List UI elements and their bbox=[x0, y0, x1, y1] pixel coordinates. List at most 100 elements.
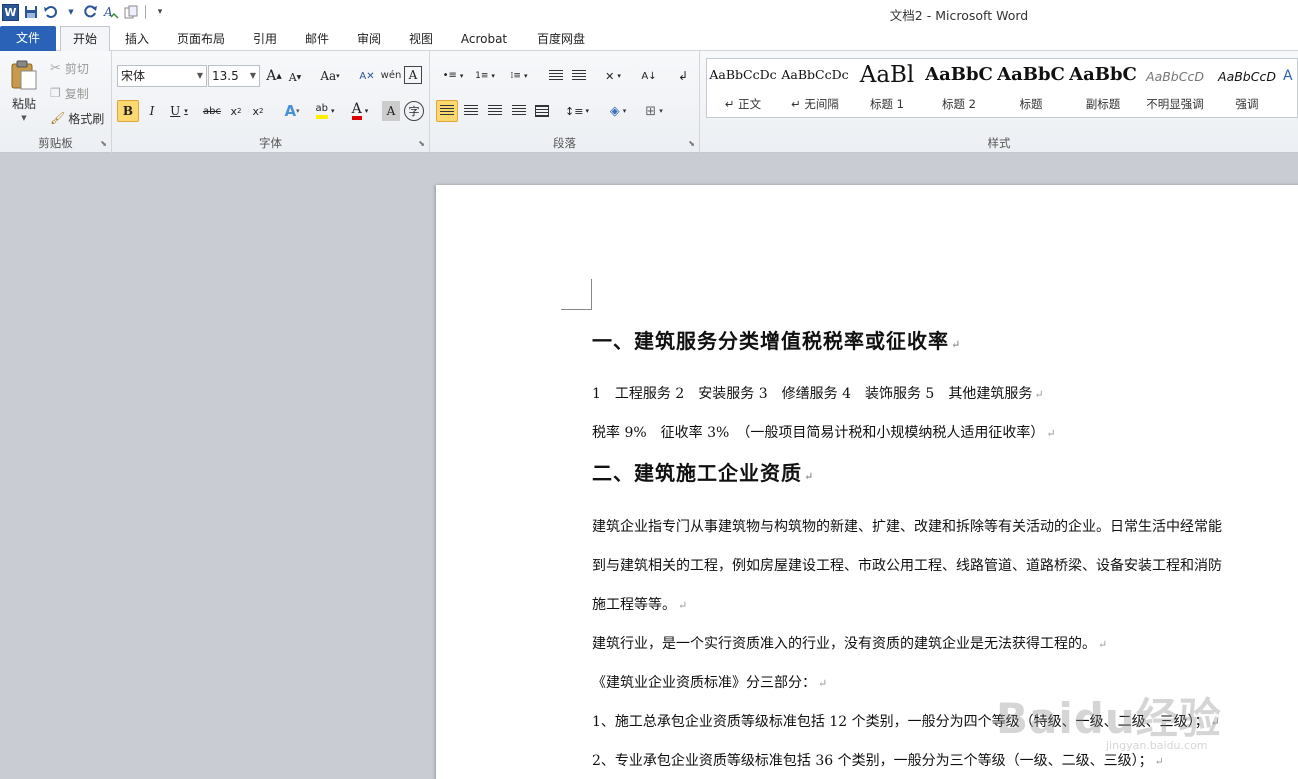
text-effects-icon[interactable]: A ▾ bbox=[278, 100, 306, 122]
style-subtle-emphasis[interactable]: AaBbCcD 不明显强调 bbox=[1139, 59, 1211, 117]
undo-icon[interactable] bbox=[43, 3, 59, 21]
font-name-select[interactable]: 宋体 ▼ bbox=[117, 65, 207, 87]
ribbon: 粘贴 ▼ ✂ 剪切 ❐ 复制 🖌 格式刷 剪贴板 ⬊ 宋体 ▼ 13.5 ▼ A… bbox=[0, 51, 1298, 153]
document-area[interactable]: 一、建筑服务分类增值税税率或征收率 ↵ 1 工程服务 2 安装服务 3 修缮服务 … bbox=[0, 154, 1298, 779]
borders-icon[interactable]: ⊞ ▾ bbox=[638, 100, 670, 122]
chinese-layout-icon[interactable]: ✕ ▾ bbox=[598, 67, 628, 85]
strikethrough-button[interactable]: abc bbox=[200, 100, 224, 122]
style-sample: AaBbCcD bbox=[1218, 69, 1276, 84]
paste-dropdown-icon: ▼ bbox=[21, 113, 27, 122]
font-group: 宋体 ▼ 13.5 ▼ A ▲ A ▼ Aa ▾ A✕ wén A B I U ▾ ab… bbox=[112, 51, 430, 153]
tab-file[interactable]: 文件 bbox=[0, 26, 56, 51]
shading-icon[interactable]: ◈ ▾ bbox=[602, 100, 634, 122]
clipboard-launcher-icon[interactable]: ⬊ bbox=[100, 139, 107, 148]
copy-label: 复制 bbox=[64, 86, 89, 101]
tab-view[interactable]: 视图 bbox=[398, 27, 444, 51]
redo-icon[interactable] bbox=[83, 3, 99, 21]
customize-qat-icon[interactable]: ▾ bbox=[152, 3, 168, 21]
format-painter-button[interactable]: 🖌 格式刷 bbox=[50, 109, 104, 127]
subscript-button[interactable]: x2 bbox=[226, 100, 246, 122]
style-more[interactable]: A bbox=[1283, 59, 1298, 117]
align-left-button[interactable] bbox=[436, 100, 458, 122]
tab-references[interactable]: 引用 bbox=[242, 27, 288, 51]
paste-button[interactable]: 粘贴 ▼ bbox=[6, 55, 42, 125]
style-name: 标题 2 bbox=[942, 97, 976, 111]
tab-baidu-netdisk[interactable]: 百度网盘 bbox=[526, 27, 596, 51]
highlight-color-icon[interactable]: ab ▾ bbox=[310, 100, 340, 122]
align-center-button[interactable] bbox=[460, 100, 482, 122]
style-normal[interactable]: AaBbCcDc ↵ 正文 bbox=[707, 59, 779, 117]
font-launcher-icon[interactable]: ⬊ bbox=[418, 139, 425, 148]
font-name-dropdown-icon: ▼ bbox=[196, 71, 203, 80]
document-paragraph[interactable]: 建筑企业指专门从事建筑物与构筑物的新建、扩建、改建和拆除等有关活动的企业。日常生… bbox=[592, 516, 1222, 536]
paragraph-group: •≡ ▾ 1≡ ▾ ⁞≡ ▾ ✕ ▾ A↓ ↲ ↕≡ ▾ ◈ ▾ ⊞ ▾ 段落 ⬊ bbox=[430, 51, 700, 153]
document-paragraph[interactable]: 税率 9% 征收率 3% （一般项目简易计税和小规模纳税人适用征收率） ↵ bbox=[592, 422, 1056, 442]
tab-insert[interactable]: 插入 bbox=[114, 27, 160, 51]
spelling-icon[interactable]: A bbox=[103, 3, 119, 21]
cut-button[interactable]: ✂ 剪切 bbox=[50, 59, 89, 77]
increase-indent-icon[interactable] bbox=[569, 67, 589, 85]
document-paragraph[interactable]: 建筑行业，是一个实行资质准入的行业，没有资质的建筑企业是无法获得工程的。 ↵ bbox=[592, 633, 1107, 653]
numbering-icon[interactable]: 1≡ ▾ bbox=[470, 67, 500, 85]
style-sample: AaBl bbox=[859, 62, 915, 88]
bullets-icon[interactable]: •≡ ▾ bbox=[438, 67, 468, 85]
word-app-icon[interactable]: W bbox=[2, 3, 19, 21]
character-shading-icon[interactable]: A bbox=[382, 101, 400, 121]
tab-page-layout[interactable]: 页面布局 bbox=[166, 27, 236, 51]
style-subtitle[interactable]: AaBbC 副标题 bbox=[1067, 59, 1139, 117]
bold-button[interactable]: B bbox=[117, 100, 139, 122]
grow-font-icon[interactable]: A ▲ bbox=[265, 67, 283, 85]
shrink-font-icon[interactable]: A ▼ bbox=[286, 68, 304, 86]
document-heading[interactable]: 一、建筑服务分类增值税税率或征收率 ↵ bbox=[592, 325, 961, 354]
paste-label: 粘贴 bbox=[11, 96, 36, 111]
decrease-indent-icon[interactable] bbox=[546, 67, 566, 85]
style-name: 副标题 bbox=[1085, 97, 1121, 111]
distributed-align-button[interactable] bbox=[531, 100, 553, 122]
style-sample: AaBbC bbox=[925, 64, 993, 85]
font-size-value: 13.5 bbox=[212, 69, 239, 83]
show-hide-marks-icon[interactable]: ↲ bbox=[674, 67, 692, 85]
line-spacing-icon[interactable]: ↕≡ ▾ bbox=[562, 100, 592, 122]
watermark-logo-text: Baidu经验 bbox=[996, 694, 1222, 743]
document-page[interactable]: 一、建筑服务分类增值税税率或征收率 ↵ 1 工程服务 2 安装服务 3 修缮服务 … bbox=[436, 185, 1298, 779]
document-heading[interactable]: 二、建筑施工企业资质 ↵ bbox=[592, 457, 814, 486]
tab-review[interactable]: 审阅 bbox=[346, 27, 392, 51]
margin-crop-mark bbox=[561, 309, 592, 310]
font-group-label: 字体 bbox=[259, 136, 282, 150]
italic-button[interactable]: I bbox=[142, 100, 162, 122]
change-case-icon[interactable]: Aa ▾ bbox=[317, 67, 343, 85]
scissors-icon: ✂ bbox=[50, 60, 61, 76]
document-paragraph[interactable]: 1 工程服务 2 安装服务 3 修缮服务 4 装饰服务 5 其他建筑服务 ↵ bbox=[592, 383, 1044, 403]
style-heading-1[interactable]: AaBl 标题 1 bbox=[851, 59, 923, 117]
style-name: 标题 1 bbox=[870, 97, 904, 111]
undo-dropdown-icon[interactable]: ▼ bbox=[63, 3, 79, 21]
underline-button[interactable]: U ▾ bbox=[165, 100, 193, 122]
tab-mailings[interactable]: 邮件 bbox=[294, 27, 340, 51]
copy-doc-icon[interactable] bbox=[123, 3, 139, 21]
style-no-spacing[interactable]: AaBbCcDc ↵ 无间隔 bbox=[779, 59, 851, 117]
character-border-icon[interactable]: A bbox=[404, 66, 422, 84]
clipboard-group-label: 剪贴板 bbox=[38, 136, 73, 150]
document-paragraph[interactable]: 到与建筑相关的工程，例如房屋建设工程、市政公用工程、线路管道、道路桥梁、设备安装… bbox=[592, 555, 1222, 575]
clear-formatting-icon[interactable]: A✕ bbox=[358, 67, 376, 85]
multilevel-list-icon[interactable]: ⁞≡ ▾ bbox=[504, 67, 534, 85]
copy-button[interactable]: ❐ 复制 bbox=[50, 84, 89, 102]
style-emphasis[interactable]: AaBbCcD 强调 bbox=[1211, 59, 1283, 117]
style-heading-2[interactable]: AaBbC 标题 2 bbox=[923, 59, 995, 117]
sort-icon[interactable]: A↓ bbox=[638, 67, 660, 85]
font-size-select[interactable]: 13.5 ▼ bbox=[208, 65, 260, 87]
save-icon[interactable] bbox=[23, 3, 39, 21]
enclose-characters-icon[interactable]: 字 bbox=[404, 101, 424, 121]
phonetic-guide-icon[interactable]: wén bbox=[381, 65, 402, 85]
paragraph-launcher-icon[interactable]: ⬊ bbox=[688, 139, 695, 148]
tab-home[interactable]: 开始 bbox=[60, 26, 110, 51]
format-painter-icon: 🖌 bbox=[50, 111, 66, 125]
style-title[interactable]: AaBbC 标题 bbox=[995, 59, 1067, 117]
superscript-button[interactable]: x2 bbox=[248, 100, 268, 122]
tab-acrobat[interactable]: Acrobat bbox=[452, 27, 516, 51]
align-right-button[interactable] bbox=[484, 100, 506, 122]
justify-button[interactable] bbox=[508, 100, 530, 122]
font-color-icon[interactable]: A ▾ bbox=[345, 100, 375, 122]
document-paragraph[interactable]: 施工程等等。 ↵ bbox=[592, 594, 687, 614]
document-paragraph[interactable]: 《建筑业企业资质标准》分三部分： ↵ bbox=[592, 672, 827, 692]
